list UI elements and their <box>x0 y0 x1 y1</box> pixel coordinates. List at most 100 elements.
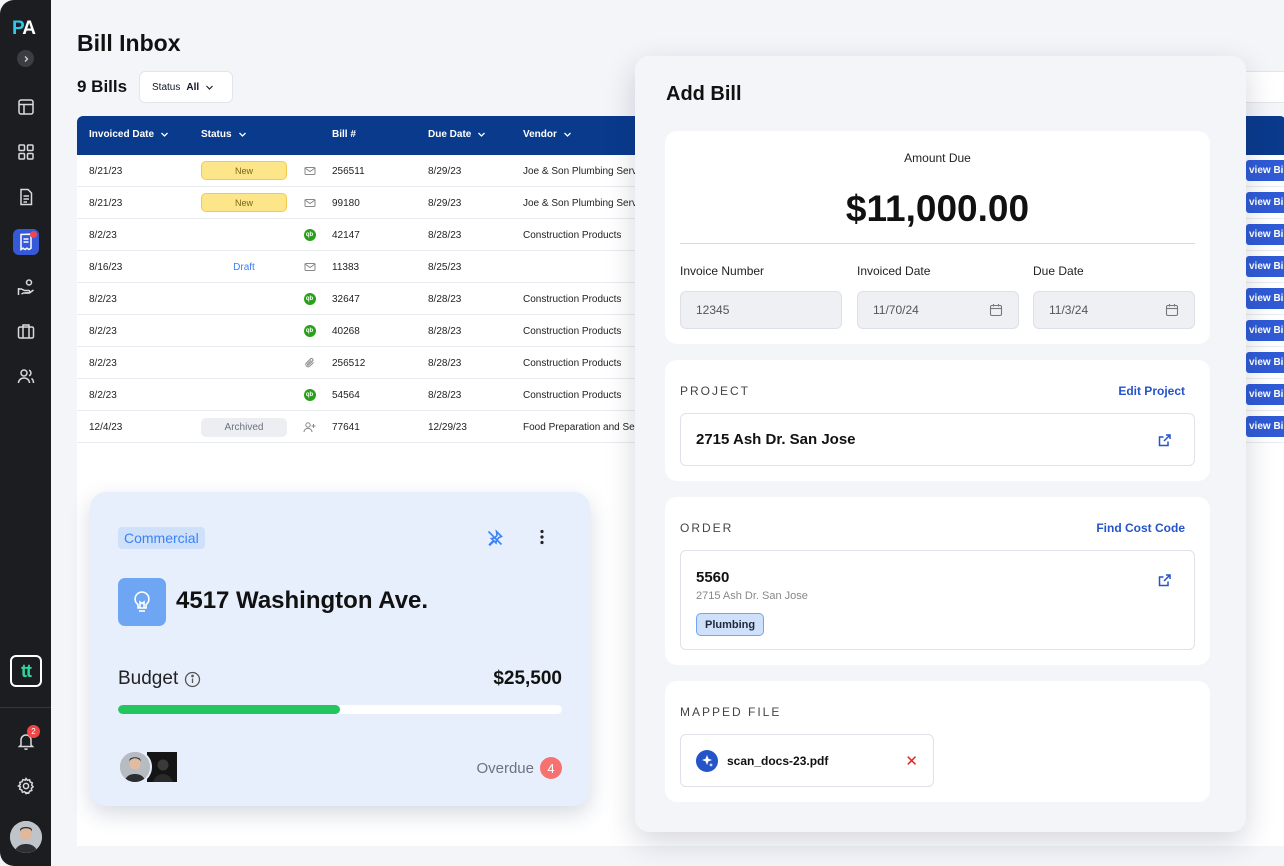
sidebar-item-bills[interactable] <box>13 229 39 255</box>
invoiced-date-field[interactable]: 11/70/24 <box>857 291 1019 329</box>
sidebar-item-users[interactable] <box>13 363 39 389</box>
remove-file-icon[interactable]: ✕ <box>905 752 918 770</box>
due-date-cell: 8/28/23 <box>428 294 462 305</box>
view-bill-button[interactable]: view Bill <box>1246 352 1284 373</box>
user-avatar[interactable] <box>10 821 42 853</box>
sidebar-item-documents[interactable] <box>13 184 39 210</box>
column-bill-number[interactable]: Bill # <box>332 129 356 140</box>
notification-count-badge: 2 <box>27 725 40 738</box>
calendar-icon[interactable] <box>989 303 1003 317</box>
invoice-number-label: Invoice Number <box>680 264 765 278</box>
view-bill-button[interactable]: view Bill <box>1246 320 1284 341</box>
status-filter-dropdown[interactable]: Status All <box>139 71 233 103</box>
source-icon <box>303 356 316 369</box>
column-due-date[interactable]: Due Date <box>428 129 486 140</box>
mail-icon <box>304 198 315 207</box>
sidebar-item-projects[interactable] <box>13 318 39 344</box>
view-bill-button[interactable]: view Bill <box>1246 288 1284 309</box>
due-date-cell: 12/29/23 <box>428 422 467 433</box>
mapped-file-item[interactable]: scan_docs-23.pdf ✕ <box>680 734 934 787</box>
divider <box>680 243 1195 244</box>
quickbooks-icon: qb <box>303 388 316 401</box>
sparkle-icon <box>696 749 718 772</box>
view-bill-button[interactable]: view Bill <box>1246 416 1284 437</box>
column-status[interactable]: Status <box>201 129 247 140</box>
paperclip-icon <box>304 357 314 367</box>
invoiced-date-label: Invoiced Date <box>857 264 931 278</box>
order-number: 5560 <box>696 569 730 586</box>
vendor-cell: Construction Products <box>523 294 622 305</box>
file-name: scan_docs-23.pdf <box>727 753 829 768</box>
user-plus-icon <box>303 421 316 432</box>
mapped-file-title: MAPPED FILE <box>680 705 782 719</box>
source-icon: qb <box>303 292 316 305</box>
due-date-cell: 8/29/23 <box>428 166 462 177</box>
mail-icon <box>304 262 315 271</box>
status-badge: New <box>201 193 287 212</box>
info-icon[interactable] <box>184 671 201 688</box>
bill-number-cell: 42147 <box>332 230 360 241</box>
status-filter-value: All <box>186 81 200 93</box>
invoiced-date-cell: 12/4/23 <box>89 422 123 433</box>
project-section: PROJECT Edit Project 2715 Ash Dr. San Jo… <box>665 360 1210 481</box>
settings-button[interactable] <box>13 773 39 799</box>
expand-sidebar-button[interactable] <box>17 50 34 67</box>
edit-project-link[interactable]: Edit Project <box>1118 384 1185 398</box>
external-link-icon[interactable] <box>1157 573 1172 588</box>
invoiced-date-cell: 8/2/23 <box>89 230 117 241</box>
view-bill-button[interactable]: view Bill <box>1246 192 1284 213</box>
view-bill-button[interactable]: view Bill <box>1246 384 1284 405</box>
chevron-down-icon <box>238 132 246 137</box>
amount-section: Amount Due $11,000.00 Invoice Number Inv… <box>665 131 1210 344</box>
panel-title: Add Bill <box>666 83 742 105</box>
sidebar-item-dashboard[interactable] <box>13 139 39 165</box>
column-invoiced-date[interactable]: Invoiced Date <box>89 129 169 140</box>
avatar[interactable] <box>118 750 152 784</box>
due-date-field[interactable]: 11/3/24 <box>1033 291 1195 329</box>
project-section-title: PROJECT <box>680 384 751 398</box>
layout-icon <box>18 99 34 115</box>
invoiced-date-cell: 8/2/23 <box>89 390 117 401</box>
order-field[interactable]: 5560 2715 Ash Dr. San Jose Plumbing <box>680 550 1195 650</box>
project-card[interactable]: Commercial 4517 Washington Ave. Budget $… <box>90 492 590 806</box>
team-avatars[interactable] <box>118 750 179 784</box>
chevron-down-icon <box>478 132 486 137</box>
add-bill-panel: Add Bill Amount Due $11,000.00 Invoice N… <box>635 56 1246 832</box>
order-address: 2715 Ash Dr. San Jose <box>696 590 808 602</box>
overdue-indicator[interactable]: Overdue 4 <box>476 757 562 779</box>
status-badge: New <box>201 161 287 180</box>
calendar-icon[interactable] <box>1165 303 1179 317</box>
invoice-number-field[interactable]: 12345 <box>680 291 842 329</box>
sidebar-item-layout[interactable] <box>13 94 39 120</box>
more-options-icon[interactable] <box>533 528 551 546</box>
vendor-cell: Construction Products <box>523 390 622 401</box>
pin-icon[interactable] <box>486 529 504 547</box>
view-bill-button[interactable]: view Bill <box>1246 160 1284 181</box>
vendor-cell: Joe & Son Plumbing Serv <box>523 166 637 177</box>
invoiced-date-cell: 8/16/23 <box>89 262 123 273</box>
source-icon <box>303 164 316 177</box>
column-vendor[interactable]: Vendor <box>523 129 572 140</box>
search-input[interactable] <box>1241 71 1284 103</box>
tt-app-button[interactable]: tt <box>10 655 42 687</box>
view-bill-button[interactable]: view Bill <box>1246 224 1284 245</box>
project-field[interactable]: 2715 Ash Dr. San Jose <box>680 413 1195 466</box>
document-icon <box>20 188 33 206</box>
amount-due-label: Amount Due <box>904 151 971 165</box>
mail-icon <box>304 166 315 175</box>
source-icon: qb <box>303 388 316 401</box>
vendor-cell: Food Preparation and Se <box>523 422 635 433</box>
app-logo[interactable]: PA <box>12 18 36 40</box>
vendor-cell: Construction Products <box>523 358 622 369</box>
source-icon <box>303 260 316 273</box>
source-icon: qb <box>303 228 316 241</box>
view-bill-button[interactable]: view Bill <box>1246 256 1284 277</box>
external-link-icon[interactable] <box>1157 433 1172 448</box>
budget-progress-bar <box>118 705 562 714</box>
sidebar-item-payments[interactable] <box>13 274 39 300</box>
budget-value: $25,500 <box>493 668 562 689</box>
budget-progress-fill <box>118 705 340 714</box>
notifications-button[interactable]: 2 <box>13 725 40 754</box>
find-cost-code-link[interactable]: Find Cost Code <box>1096 521 1185 535</box>
vendor-cell: Construction Products <box>523 326 622 337</box>
